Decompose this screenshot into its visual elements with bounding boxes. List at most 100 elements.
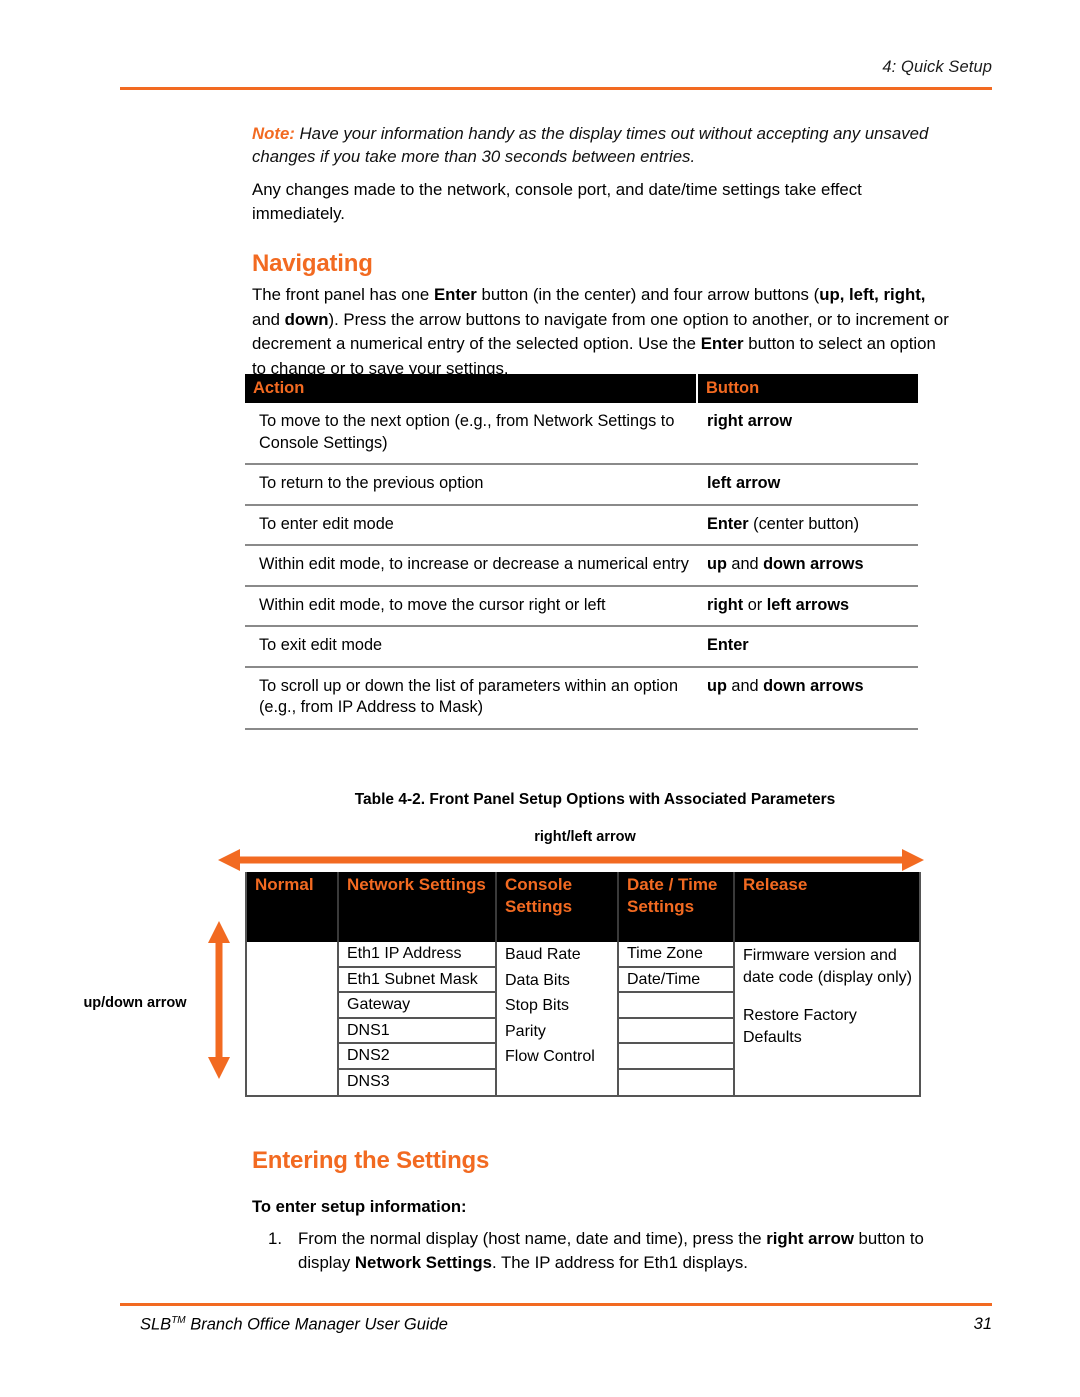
step-bold-network-settings: Network Settings bbox=[354, 1253, 492, 1272]
list-item: Stop Bits bbox=[505, 997, 570, 1014]
paragraph-navigating: The front panel has one Enter button (in… bbox=[252, 283, 952, 381]
front-panel-options-diagram: Normal Network Settings Console Settings… bbox=[245, 872, 921, 1097]
button-mid: and bbox=[726, 676, 764, 695]
list-item: DNS2 bbox=[339, 1044, 495, 1070]
cell-button: left arrow bbox=[697, 464, 918, 506]
button-bold: up bbox=[707, 676, 727, 695]
diagram-column-normal bbox=[247, 942, 339, 1095]
diagram-header-date-time: Date / Time Settings bbox=[619, 872, 735, 942]
step-text-3: . The IP address for Eth1 displays. bbox=[491, 1253, 748, 1272]
cell-action: To return to the previous option bbox=[245, 464, 697, 506]
nav-bold-enter-2: Enter bbox=[700, 334, 744, 353]
step-text: From the normal display (host name, date… bbox=[298, 1227, 958, 1275]
cell-button: up and down arrows bbox=[697, 666, 918, 730]
footer-title: SLBTM Branch Office Manager User Guide bbox=[140, 1315, 448, 1335]
note-text: Have your information handy as the displ… bbox=[252, 124, 929, 166]
table-row: Within edit mode, to move the cursor rig… bbox=[245, 585, 918, 627]
action-table-head: Action Button bbox=[245, 374, 918, 403]
empty-cell bbox=[619, 1044, 733, 1070]
button-bold: up bbox=[707, 555, 727, 573]
cell-button: right arrow bbox=[697, 403, 918, 465]
table-header-row: Action Button bbox=[245, 374, 918, 403]
button-bold: left arrow bbox=[707, 474, 781, 492]
diagram-release-list: Firmware version and date code (display … bbox=[735, 942, 919, 1095]
list-item: 1. From the normal display (host name, d… bbox=[268, 1227, 958, 1275]
footer-subtitle: Branch Office Manager User Guide bbox=[185, 1315, 448, 1334]
page-header-chapter: 4: Quick Setup bbox=[882, 58, 992, 76]
table-row: To exit edit mode Enter bbox=[245, 626, 918, 668]
button-bold-2: down arrows bbox=[763, 676, 864, 695]
step-number: 1. bbox=[268, 1229, 282, 1248]
table-row: Within edit mode, to increase or decreas… bbox=[245, 545, 918, 587]
diagram-caption: Table 4-2. Front Panel Setup Options wit… bbox=[354, 791, 836, 808]
cell-action: To enter edit mode bbox=[245, 504, 697, 546]
table-row: To return to the previous option left ar… bbox=[245, 464, 918, 506]
list-item: Gateway bbox=[339, 993, 495, 1019]
table-row: To scroll up or down the list of paramet… bbox=[245, 666, 918, 730]
list-item: Data Bits bbox=[505, 971, 570, 989]
vertical-arrow-label: up/down arrow bbox=[83, 995, 187, 1011]
nav-text-1: The front panel has one bbox=[252, 285, 434, 304]
list-item: Time Zone bbox=[619, 942, 733, 968]
list-item: Eth1 Subnet Mask bbox=[339, 968, 495, 993]
button-bold: right bbox=[707, 595, 744, 614]
list-item: Flow Control bbox=[505, 1048, 595, 1065]
action-table-body: To move to the next option (e.g., from N… bbox=[245, 403, 918, 730]
table-row: To enter edit mode Enter (center button) bbox=[245, 504, 918, 546]
button-bold-2: down arrows bbox=[763, 555, 864, 573]
list-item: DNS1 bbox=[339, 1019, 495, 1044]
heading-navigating: Navigating bbox=[252, 250, 373, 277]
cell-action: To move to the next option (e.g., from N… bbox=[245, 403, 697, 465]
nav-bold-down: down bbox=[284, 309, 329, 329]
step-text-1: From the normal display (host name, date… bbox=[298, 1229, 767, 1248]
list-item: Parity bbox=[505, 1022, 546, 1040]
nav-text-3: and bbox=[252, 309, 285, 329]
list-item: Date/Time bbox=[619, 968, 733, 993]
diagram-column-date-time: Time Zone Date/Time bbox=[619, 942, 735, 1095]
paragraph-immediate-effect: Any changes made to the network, console… bbox=[252, 180, 862, 223]
cell-button: Enter (center button) bbox=[697, 504, 918, 546]
heading-entering-the-settings: Entering the Settings bbox=[252, 1147, 490, 1174]
cell-action: Within edit mode, to move the cursor rig… bbox=[245, 585, 697, 627]
cell-action: To exit edit mode bbox=[245, 626, 697, 668]
button-bold-2: left arrows bbox=[766, 595, 850, 614]
diagram-header-network: Network Settings bbox=[339, 872, 497, 942]
horizontal-arrow-label: right/left arrow bbox=[534, 829, 636, 845]
list-item: Restore Factory Defaults bbox=[743, 1007, 857, 1046]
cell-button: Enter bbox=[697, 626, 918, 668]
diagram-column-release: Firmware version and date code (display … bbox=[735, 942, 919, 1095]
diagram-column-network: Eth1 IP Address Eth1 Subnet Mask Gateway… bbox=[339, 942, 497, 1095]
list-item: DNS3 bbox=[347, 1072, 390, 1090]
empty-cell bbox=[619, 1019, 733, 1044]
diagram-header-row: Normal Network Settings Console Settings… bbox=[247, 872, 919, 942]
column-header-button: Button bbox=[697, 374, 918, 403]
cell-button: up and down arrows bbox=[697, 545, 918, 587]
table-row: To move to the next option (e.g., from N… bbox=[245, 403, 918, 465]
diagram-header-console: Console Settings bbox=[497, 872, 619, 942]
button-bold: right arrow bbox=[707, 412, 793, 430]
diagram-body: Eth1 IP Address Eth1 Subnet Mask Gateway… bbox=[247, 942, 919, 1095]
list-item: Eth1 IP Address bbox=[339, 942, 495, 968]
nav-text-2: button (in the center) and four arrow bu… bbox=[476, 285, 820, 304]
note-label: Note: bbox=[252, 124, 295, 143]
diagram-header-normal: Normal bbox=[247, 872, 339, 942]
column-header-action: Action bbox=[245, 374, 698, 403]
header-rule bbox=[120, 87, 992, 90]
footer-product: SLB bbox=[140, 1315, 172, 1334]
list-item: Baud Rate bbox=[505, 946, 581, 963]
diagram-column-console: Baud Rate Data Bits Stop Bits Parity Flo… bbox=[497, 942, 619, 1095]
button-rest: (center button) bbox=[748, 514, 860, 533]
trademark-symbol: TM bbox=[171, 1315, 186, 1326]
button-mid: or bbox=[743, 595, 767, 614]
page-number: 31 bbox=[973, 1315, 992, 1333]
entering-steps-list: 1. From the normal display (host name, d… bbox=[268, 1227, 958, 1275]
double-vertical-arrow-icon bbox=[205, 921, 233, 1084]
subheading-enter-setup-information: To enter setup information: bbox=[252, 1197, 467, 1216]
cell-button: right or left arrows bbox=[697, 585, 918, 627]
diagram-console-list: Baud Rate Data Bits Stop Bits Parity Flo… bbox=[497, 942, 617, 1095]
cell-action: To scroll up or down the list of paramet… bbox=[245, 666, 697, 730]
step-bold-right-arrow: right arrow bbox=[766, 1229, 854, 1248]
button-bold: Enter bbox=[707, 514, 749, 533]
cell-action: Within edit mode, to increase or decreas… bbox=[245, 545, 697, 587]
